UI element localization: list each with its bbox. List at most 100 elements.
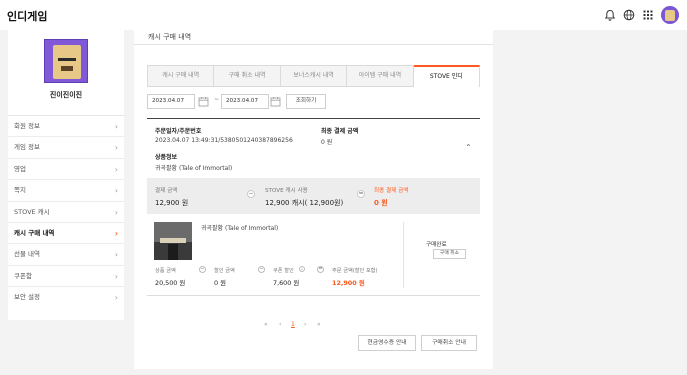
bell-icon[interactable] [604, 9, 616, 21]
pagination-next[interactable]: › [304, 321, 306, 328]
minus-icon: − [199, 266, 206, 273]
sidebar-item-member-info[interactable]: 회원 정보 › [8, 116, 124, 138]
avatar-mouth [61, 66, 73, 71]
info-icon[interactable] [299, 266, 305, 272]
chevron-right-icon: › [114, 228, 118, 238]
order-date-label: 주문일자/주문번호 [155, 128, 202, 135]
title-divider [134, 44, 493, 45]
chevron-right-icon: › [114, 164, 118, 174]
payment-amount-value: 12,900 원 [155, 199, 189, 207]
pagination-page-1[interactable]: 1 [291, 321, 295, 328]
pagination-first[interactable]: « [264, 321, 268, 328]
sidebar-item-cash-purchases[interactable]: 캐시 구매 내역 › [8, 223, 124, 245]
profile-avatar [44, 39, 88, 83]
chevron-right-icon: › [114, 122, 118, 131]
sidebar: 진이진이진 회원 정보 › 게임 정보 › 영업 › 쪽지 › STOVE 캐시 › 캐시… [8, 30, 124, 320]
product-info-value: 귀곡팔황 (Tale of Immortal) [155, 165, 233, 172]
cash-receipt-guide-button[interactable]: 현금영수증 안내 [358, 335, 416, 351]
chevron-right-icon: › [114, 207, 118, 217]
profile-card: 진이진이진 [8, 30, 124, 116]
summary-final-label: 최종 결제 금액 [374, 188, 409, 194]
product-info-label: 상품정보 [155, 154, 178, 161]
top-bar: 인디게임 [0, 0, 687, 30]
final-amount-label: 최종 결제 금액 [321, 128, 359, 135]
chevron-right-icon: › [114, 271, 118, 281]
order-amount-label: 주문 금액(할인 포함) [332, 268, 378, 274]
sidebar-item-label: 보안 설정 [14, 293, 40, 302]
chevron-right-icon: › [114, 143, 118, 153]
tab-purchase-cancels[interactable]: 구매 취소 내역 [214, 65, 281, 87]
payment-summary: 결제 금액 12,900 원 − STOVE 캐시 사용 12,900 캐시( … [147, 178, 480, 214]
apps-grid-icon[interactable] [642, 9, 654, 21]
sidebar-item-label: 선물 내역 [14, 250, 40, 259]
discount-value: 0 원 [214, 279, 226, 287]
date-range-separator: ~ [214, 96, 220, 103]
stove-cash-value: 12,900 캐시( 12,900원) [265, 199, 344, 207]
sidebar-item-game-info[interactable]: 게임 정보 › [8, 137, 124, 159]
chevron-right-icon: › [114, 250, 118, 260]
stove-cash-label: STOVE 캐시 사용 [265, 188, 308, 194]
avatar-brow [58, 58, 76, 61]
profile-name: 진이진이진 [49, 91, 83, 99]
minus-icon: − [258, 266, 265, 273]
price-label: 상품 금액 [155, 268, 176, 274]
sidebar-item-coupons[interactable]: 쿠폰함 › [8, 266, 124, 288]
product-thumbnail[interactable] [154, 222, 192, 260]
collapse-chevron-icon[interactable]: ⌃ [465, 143, 472, 152]
coupon-label: 쿠폰 할인 [273, 268, 294, 274]
sidebar-item-label: 게임 정보 [14, 143, 40, 152]
product-name: 귀곡팔황 (Tale of Immortal) [201, 225, 279, 232]
sidebar-item-business[interactable]: 영업 › [8, 159, 124, 181]
chevron-right-icon: › [114, 186, 118, 196]
thumbnail-title [160, 238, 186, 243]
sidebar-item-label: 쿠폰함 [14, 271, 32, 280]
start-date-input[interactable]: 2023.04.07 [147, 94, 195, 109]
sidebar-item-label: 캐시 구매 내역 [14, 228, 55, 237]
order-amount-value: 12,900 원 [332, 279, 365, 287]
tab-bar: 캐시 구매 내역 구매 취소 내역 보너스캐시 내역 아이템 구매 내역 STO… [147, 65, 481, 87]
tab-bonus-cash[interactable]: 보너스캐시 내역 [280, 65, 348, 87]
page-title: 캐시 구매 내역 [148, 33, 192, 41]
purchase-cancel-guide-button[interactable]: 구매취소 안내 [421, 335, 477, 351]
sidebar-item-gifts[interactable]: 선물 내역 › [8, 244, 124, 266]
sidebar-item-label: 쪽지 [14, 186, 26, 195]
calendar-icon[interactable] [198, 96, 209, 107]
equals-icon: = [357, 190, 365, 198]
sidebar-item-stove-cash[interactable]: STOVE 캐시 › [8, 202, 124, 223]
calendar-icon[interactable] [270, 96, 281, 107]
tab-stove-indie[interactable]: STOVE 인디 [413, 65, 481, 87]
globe-icon[interactable] [623, 9, 635, 21]
minus-icon: − [247, 190, 255, 198]
main-panel: 캐시 구매 내역 캐시 구매 내역 구매 취소 내역 보너스캐시 내역 아이템 … [134, 30, 493, 369]
sidebar-item-label: 회원 정보 [14, 122, 40, 130]
end-date-input[interactable]: 2023.04.07 [221, 94, 269, 109]
order-date-value: 2023.04.07 13:49:31/5380501240387896256 [155, 137, 293, 144]
price-value: 20,500 원 [155, 279, 186, 287]
avatar-face [53, 45, 81, 79]
order-card: 주문일자/주문번호 2023.04.07 13:49:31/5380501240… [147, 118, 480, 296]
sidebar-item-label: 영업 [14, 164, 26, 173]
thumbnail-figure [168, 244, 178, 260]
equals-icon: = [317, 266, 324, 273]
tab-item-purchases[interactable]: 아이템 구매 내역 [347, 65, 414, 87]
payment-amount-label: 결제 금액 [155, 188, 178, 194]
product-row: 귀곡팔황 (Tale of Immortal) 상품 금액 20,500 원 −… [147, 214, 480, 296]
final-amount-value: 0 원 [321, 139, 333, 146]
purchase-status: 구매완료 [426, 242, 447, 248]
query-button[interactable]: 조회하기 [286, 94, 326, 109]
sidebar-item-label: STOVE 캐시 [14, 207, 50, 216]
brand-logo[interactable]: 인디게임 [7, 8, 47, 24]
chevron-right-icon: › [114, 293, 118, 303]
user-avatar[interactable] [661, 6, 679, 24]
avatar-face [665, 10, 675, 21]
product-divider [403, 222, 404, 288]
pagination-last[interactable]: » [317, 321, 321, 328]
tab-cash-purchases[interactable]: 캐시 구매 내역 [147, 65, 215, 87]
pagination-prev[interactable]: ‹ [279, 321, 281, 328]
discount-label: 할인 금액 [214, 268, 235, 274]
summary-final-value: 0 원 [374, 199, 388, 207]
sidebar-item-messages[interactable]: 쪽지 › [8, 180, 124, 202]
coupon-value: 7,600 원 [273, 279, 300, 287]
sidebar-item-security[interactable]: 보안 설정 › [8, 287, 124, 308]
cancel-purchase-button[interactable]: 구매 취소 [433, 249, 466, 259]
